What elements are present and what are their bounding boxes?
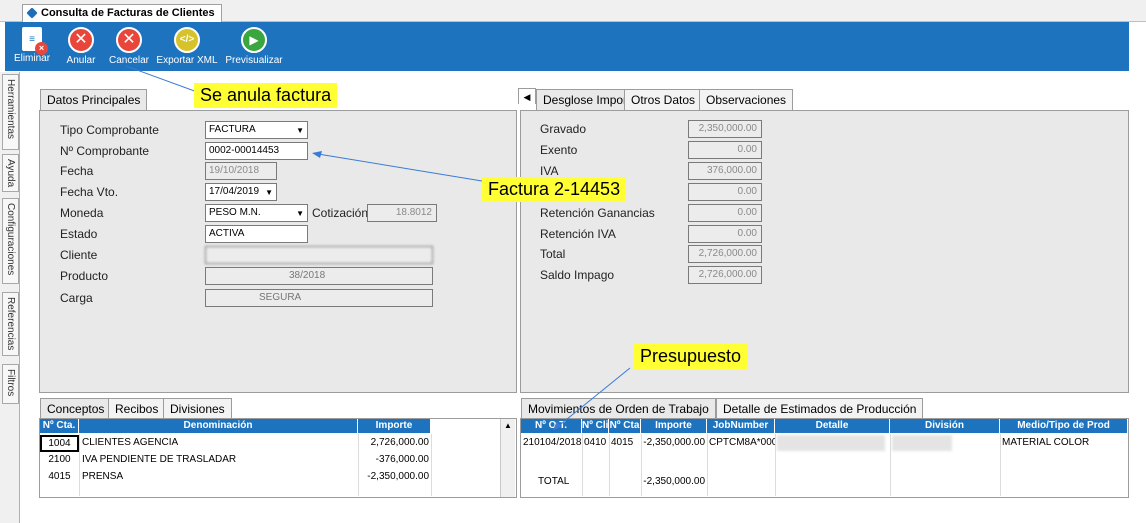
arrow-presupuesto	[555, 367, 631, 429]
annotation-se-anula-factura: Se anula factura	[194, 83, 338, 108]
annotation-arrows	[125, 65, 631, 430]
annotation-factura-numero: Factura 2-14453	[482, 177, 627, 202]
arrow-anula	[125, 65, 201, 94]
arrowhead-factura	[312, 151, 322, 158]
arrow-factura	[317, 153, 483, 182]
arrowhead-presupuesto	[553, 421, 561, 430]
annotation-presupuesto: Presupuesto	[634, 344, 748, 369]
